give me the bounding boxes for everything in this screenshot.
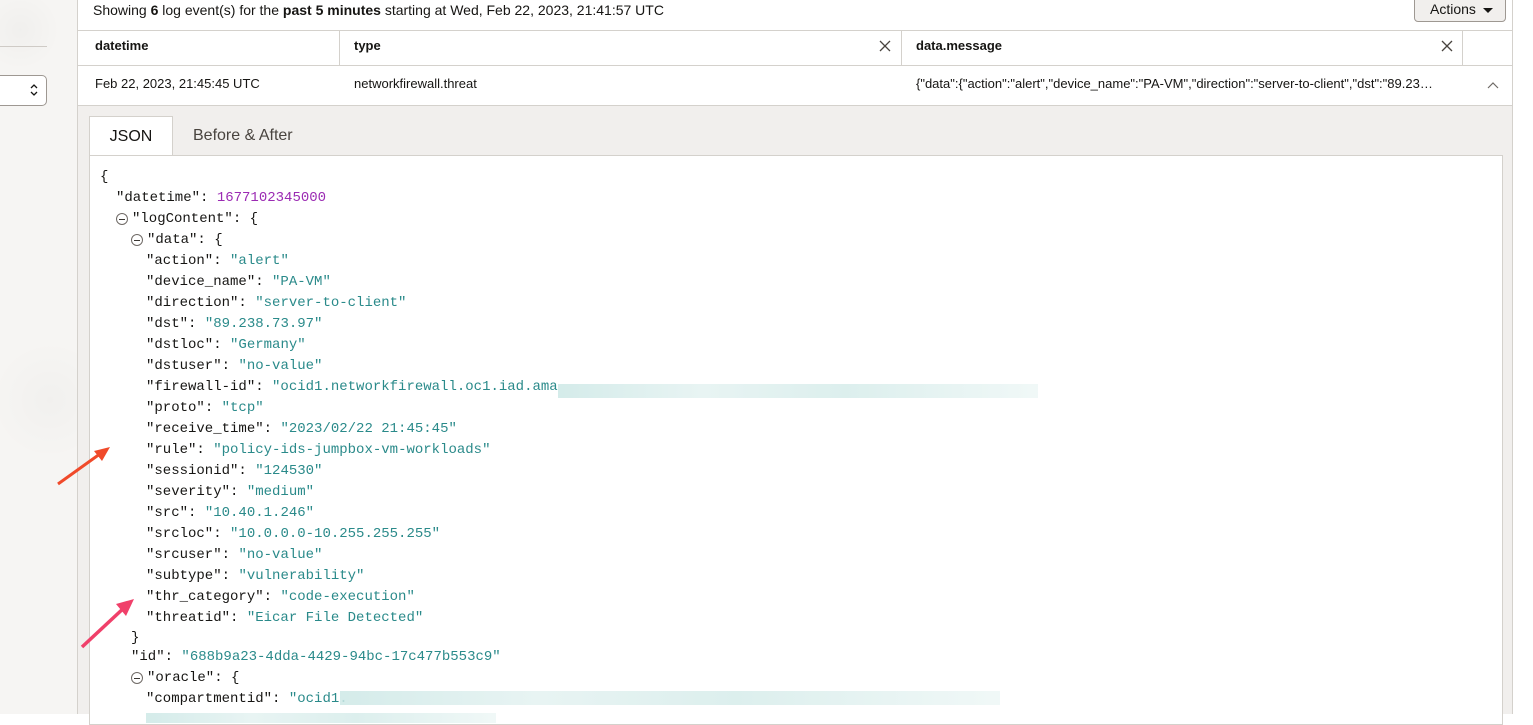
column-header-datetime[interactable]: datetime — [95, 31, 148, 66]
redacted-region — [340, 691, 1000, 705]
tab-before-after[interactable]: Before & After — [193, 116, 293, 155]
json-field-line: "device_name": "PA-VM" — [146, 274, 331, 290]
json-field-line: "action": "alert" — [146, 253, 289, 269]
json-field-line: "srcuser": "no-value" — [146, 547, 323, 563]
json-field-line: "direction": "server-to-client" — [146, 295, 407, 311]
json-field-line: "dstuser": "no-value" — [146, 358, 323, 374]
json-field-line: "proto": "tcp" — [146, 400, 264, 416]
close-icon[interactable] — [879, 40, 891, 52]
json-field-line: "sessionid": "124530" — [146, 463, 323, 479]
log-detail: JSON Before & After { "datetime": 167710… — [57, 106, 1513, 725]
left-background — [0, 0, 77, 714]
json-field-line: "subtype": "vulnerability" — [146, 568, 365, 584]
column-divider[interactable] — [339, 31, 340, 66]
table-header: datetime type data.message — [78, 30, 1513, 66]
chevron-updown-icon — [30, 84, 38, 96]
collapse-toggle[interactable] — [131, 234, 143, 246]
redacted-region — [146, 713, 496, 723]
json-line: "oracle": { — [147, 670, 240, 686]
chevron-up-icon[interactable] — [1487, 81, 1499, 89]
redacted-region — [558, 384, 1038, 398]
column-header-type[interactable]: type — [354, 31, 894, 66]
scroll-gutter — [1512, 0, 1533, 714]
json-line: { — [100, 169, 109, 185]
log-results-panel: Showing 6 log event(s) for the past 5 mi… — [57, 0, 1513, 725]
column-header-data-message[interactable]: data.message — [916, 31, 1456, 66]
column-divider[interactable] — [1462, 31, 1463, 66]
json-line: "logContent": { — [132, 211, 259, 227]
left-select[interactable] — [0, 75, 47, 106]
collapse-toggle[interactable] — [116, 213, 128, 225]
json-field-line: "dst": "89.238.73.97" — [146, 316, 323, 332]
json-field-line: "rule": "policy-ids-jumpbox-vm-workloads… — [146, 442, 491, 458]
caret-down-icon — [1483, 8, 1493, 13]
column-divider[interactable] — [901, 31, 902, 66]
annotation-arrow-icon — [80, 599, 134, 649]
json-field-line: "receive_time": "2023/02/22 21:45:45" — [146, 421, 457, 437]
left-divider — [0, 46, 47, 47]
json-field-line: "severity": "medium" — [146, 484, 315, 500]
json-field-line: "firewall-id": "ocid1.networkfirewall.oc… — [146, 379, 558, 395]
json-field-line: "thr_category": "code-execution" — [146, 589, 415, 605]
json-field-line: "src": "10.40.1.246" — [146, 505, 315, 521]
json-field-line: "dstloc": "Germany" — [146, 337, 306, 353]
json-line: "compartmentid": "ocid1. — [146, 691, 348, 707]
json-line: "datetime": 1677102345000 — [116, 190, 327, 206]
cell-message: {"data":{"action":"alert","device_name":… — [916, 76, 1433, 91]
table-row[interactable]: Feb 22, 2023, 21:45:45 UTC networkfirewa… — [78, 66, 1513, 106]
json-line: "data": { — [147, 232, 223, 248]
actions-button[interactable]: Actions — [1414, 0, 1506, 22]
json-field-line: "srcloc": "10.0.0.0-10.255.255.255" — [146, 526, 441, 542]
results-summary: Showing 6 log event(s) for the past 5 mi… — [93, 2, 664, 18]
tab-json[interactable]: JSON — [89, 116, 173, 155]
annotation-arrow-icon — [57, 447, 110, 486]
cell-type: networkfirewall.threat — [354, 76, 477, 91]
json-field-line: "threatid": "Eicar File Detected" — [146, 610, 424, 626]
cell-datetime: Feb 22, 2023, 21:45:45 UTC — [95, 76, 260, 91]
json-viewer: { "datetime": 1677102345000 "logContent"… — [89, 155, 1503, 725]
collapse-toggle[interactable] — [131, 672, 143, 684]
close-icon[interactable] — [1441, 40, 1453, 52]
json-line: "id": "688b9a23-4dda-4429-94bc-17c477b55… — [131, 649, 501, 665]
